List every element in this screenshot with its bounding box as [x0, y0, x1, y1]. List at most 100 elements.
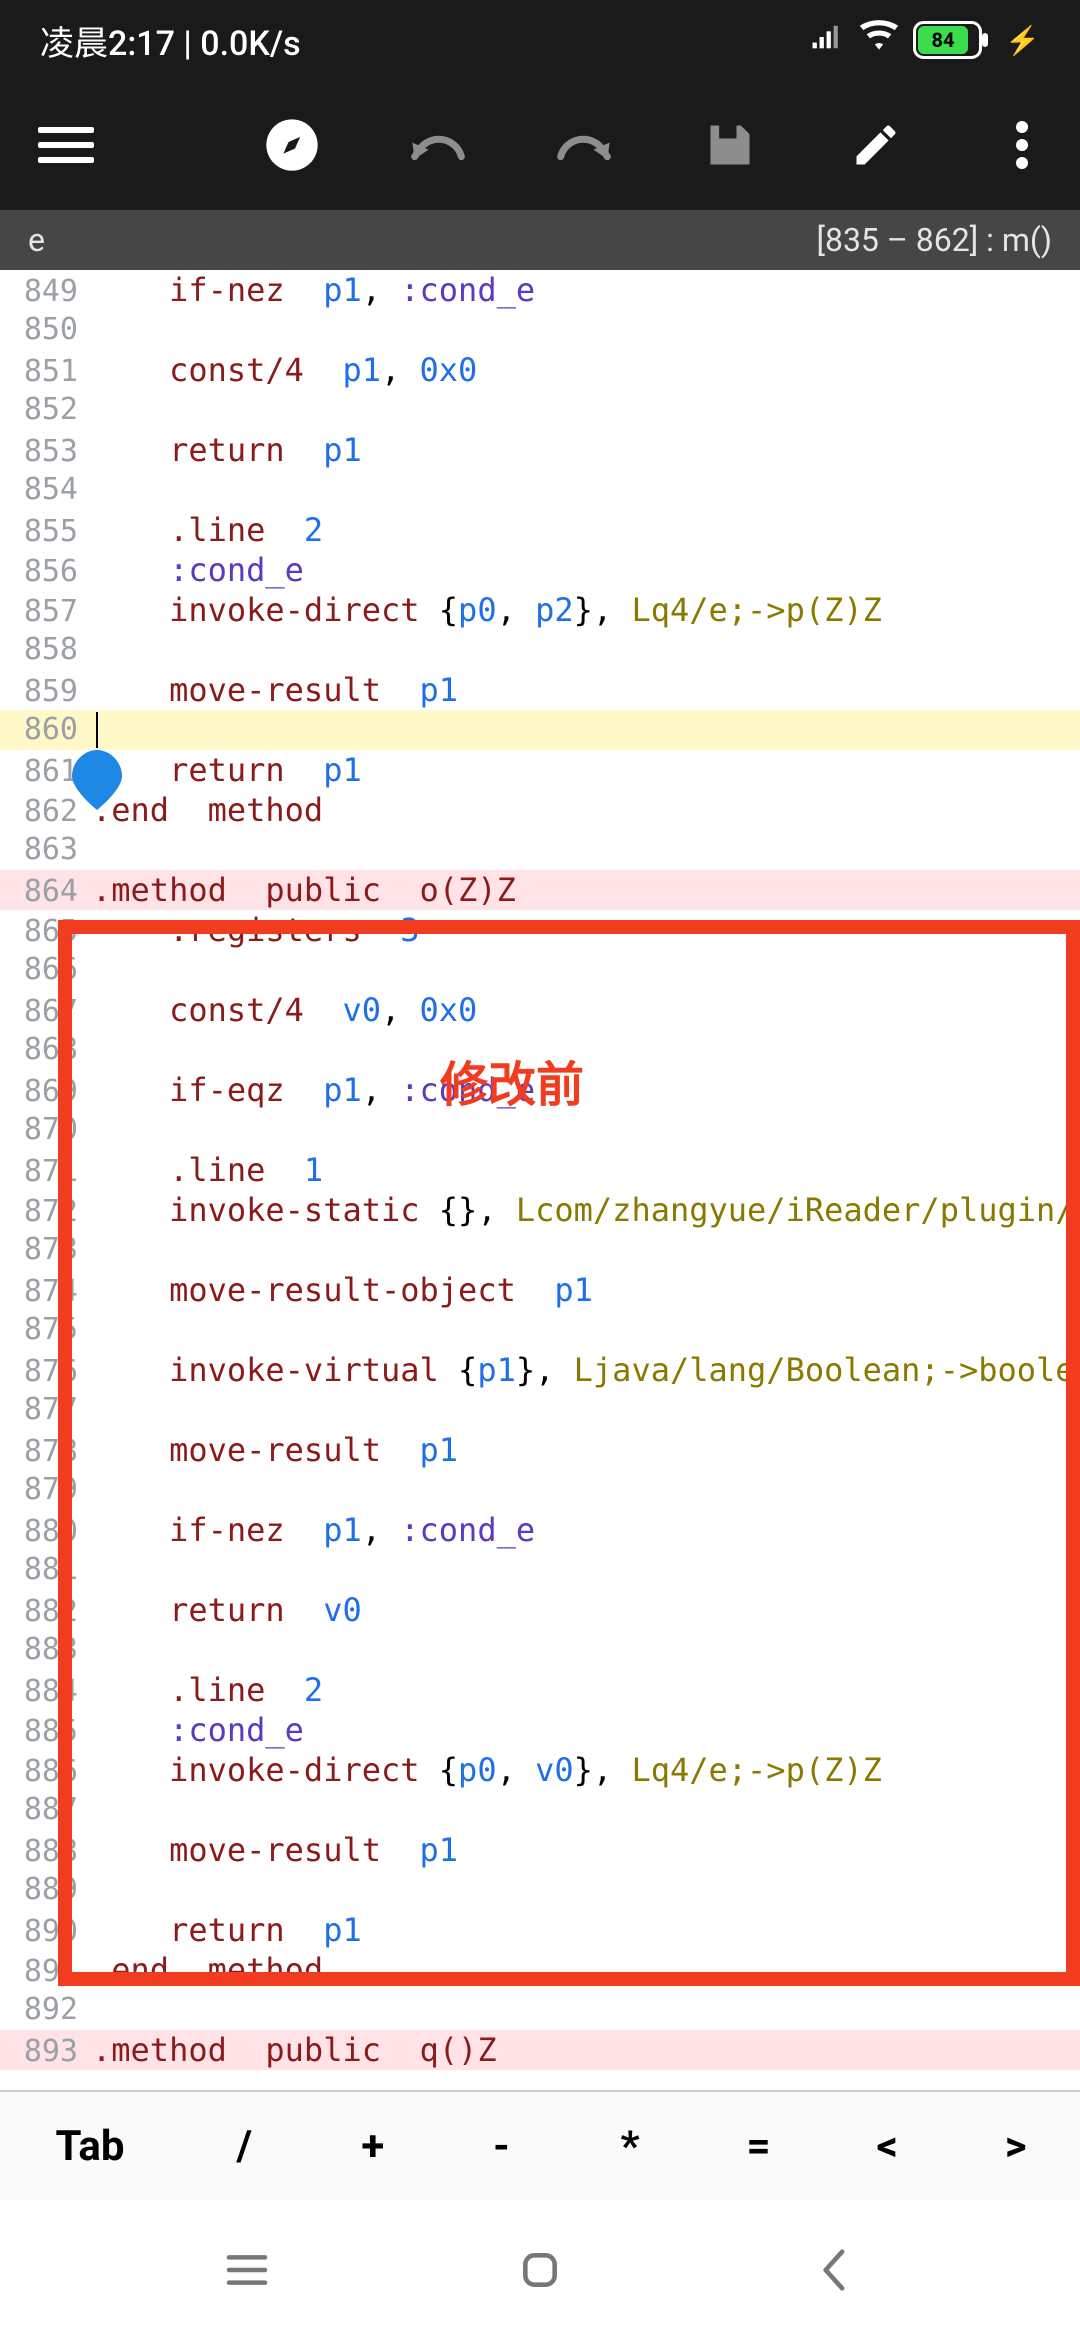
- save-button[interactable]: [702, 117, 758, 173]
- code-line[interactable]: 866: [0, 950, 1080, 990]
- nav-recent-button[interactable]: [217, 2240, 277, 2300]
- code-line[interactable]: 865 .registers 3: [0, 910, 1080, 950]
- nav-back-button[interactable]: [803, 2240, 863, 2300]
- code-line[interactable]: 873: [0, 1230, 1080, 1270]
- code-line[interactable]: 883: [0, 1630, 1080, 1670]
- code-text[interactable]: move-result p1: [88, 1430, 1080, 1470]
- overflow-button[interactable]: [994, 117, 1050, 173]
- code-line[interactable]: 878 move-result p1: [0, 1430, 1080, 1470]
- code-text[interactable]: return p1: [88, 750, 1080, 790]
- code-line[interactable]: 875: [0, 1310, 1080, 1350]
- line-number: 873: [0, 1230, 88, 1270]
- key-lt[interactable]: <: [823, 2092, 952, 2200]
- key-gt[interactable]: >: [951, 2092, 1080, 2200]
- line-number: 890: [0, 1912, 88, 1952]
- code-text[interactable]: invoke-virtual {p1}, Ljava/lang/Boolean;…: [88, 1350, 1080, 1390]
- code-line[interactable]: 876 invoke-virtual {p1}, Ljava/lang/Bool…: [0, 1350, 1080, 1390]
- line-number: 882: [0, 1592, 88, 1632]
- code-line[interactable]: 886 invoke-direct {p0, v0}, Lq4/e;->p(Z)…: [0, 1750, 1080, 1790]
- code-text[interactable]: .line 1: [88, 1150, 1080, 1190]
- code-line[interactable]: 874 move-result-object p1: [0, 1270, 1080, 1310]
- code-line[interactable]: 890 return p1: [0, 1910, 1080, 1950]
- code-text[interactable]: .registers 3: [88, 910, 1080, 950]
- key-plus[interactable]: +: [309, 2092, 438, 2200]
- status-right: 84 ⚡: [811, 20, 1040, 61]
- svg-text:84: 84: [932, 28, 955, 52]
- code-line[interactable]: 884 .line 2: [0, 1670, 1080, 1710]
- code-line[interactable]: 860: [0, 710, 1080, 750]
- code-editor[interactable]: 849 if-nez p1, :cond_e850851 const/4 p1,…: [0, 270, 1080, 2090]
- code-line[interactable]: 850: [0, 310, 1080, 350]
- code-line[interactable]: 851 const/4 p1, 0x0: [0, 350, 1080, 390]
- code-text[interactable]: :cond_e: [88, 550, 1080, 590]
- menu-button[interactable]: [38, 125, 94, 165]
- code-line[interactable]: 856 :cond_e: [0, 550, 1080, 590]
- code-line[interactable]: 858: [0, 630, 1080, 670]
- file-indicator: e: [28, 221, 45, 259]
- code-text[interactable]: move-result p1: [88, 670, 1080, 710]
- code-line[interactable]: 867 const/4 v0, 0x0: [0, 990, 1080, 1030]
- code-line[interactable]: 892: [0, 1990, 1080, 2030]
- key-equals[interactable]: =: [694, 2092, 823, 2200]
- code-line[interactable]: 880 if-nez p1, :cond_e: [0, 1510, 1080, 1550]
- code-line[interactable]: 891.end method: [0, 1950, 1080, 1990]
- code-line[interactable]: 872 invoke-static {}, Lcom/zhangyue/iRea…: [0, 1190, 1080, 1230]
- code-text[interactable]: .line 2: [88, 510, 1080, 550]
- code-line[interactable]: 855 .line 2: [0, 510, 1080, 550]
- cursor-handle[interactable]: [72, 750, 122, 810]
- line-number: 880: [0, 1512, 88, 1552]
- code-line[interactable]: 857 invoke-direct {p0, p2}, Lq4/e;->p(Z)…: [0, 590, 1080, 630]
- code-line[interactable]: 881: [0, 1550, 1080, 1590]
- code-line[interactable]: 849 if-nez p1, :cond_e: [0, 270, 1080, 310]
- code-text[interactable]: move-result-object p1: [88, 1270, 1080, 1310]
- code-text[interactable]: :cond_e: [88, 1710, 1080, 1750]
- line-number: 877: [0, 1390, 88, 1430]
- code-text[interactable]: .end method: [88, 1950, 1080, 1990]
- code-line[interactable]: 862.end method: [0, 790, 1080, 830]
- code-text[interactable]: .method public q()Z: [88, 2030, 1080, 2070]
- code-line[interactable]: 893.method public q()Z: [0, 2030, 1080, 2070]
- code-text[interactable]: invoke-direct {p0, v0}, Lq4/e;->p(Z)Z: [88, 1750, 1080, 1790]
- code-text[interactable]: invoke-direct {p0, p2}, Lq4/e;->p(Z)Z: [88, 590, 1080, 630]
- code-text[interactable]: const/4 p1, 0x0: [88, 350, 1080, 390]
- code-text[interactable]: const/4 v0, 0x0: [88, 990, 1080, 1030]
- code-line[interactable]: 877: [0, 1390, 1080, 1430]
- code-text[interactable]: move-result p1: [88, 1830, 1080, 1870]
- code-line[interactable]: 863: [0, 830, 1080, 870]
- code-line[interactable]: 864.method public o(Z)Z: [0, 870, 1080, 910]
- line-number: 874: [0, 1272, 88, 1312]
- code-line[interactable]: 861 return p1: [0, 750, 1080, 790]
- code-text[interactable]: return p1: [88, 430, 1080, 470]
- edit-button[interactable]: [848, 117, 904, 173]
- code-line[interactable]: 870: [0, 1110, 1080, 1150]
- code-text[interactable]: if-nez p1, :cond_e: [88, 270, 1080, 310]
- code-text[interactable]: invoke-static {}, Lcom/zhangyue/iReader/…: [88, 1190, 1080, 1230]
- line-number: 866: [0, 950, 88, 990]
- code-line[interactable]: 871 .line 1: [0, 1150, 1080, 1190]
- code-text[interactable]: .end method: [88, 790, 1080, 830]
- code-line[interactable]: 854: [0, 470, 1080, 510]
- code-line[interactable]: 885 :cond_e: [0, 1710, 1080, 1750]
- key-minus[interactable]: -: [437, 2092, 566, 2200]
- code-text[interactable]: return p1: [88, 1910, 1080, 1950]
- code-line[interactable]: 879: [0, 1470, 1080, 1510]
- code-line[interactable]: 887: [0, 1790, 1080, 1830]
- key-slash[interactable]: /: [180, 2092, 309, 2200]
- key-asterisk[interactable]: *: [566, 2092, 695, 2200]
- code-line[interactable]: 852: [0, 390, 1080, 430]
- redo-button[interactable]: [556, 117, 612, 173]
- code-line[interactable]: 888 move-result p1: [0, 1830, 1080, 1870]
- code-line[interactable]: 859 move-result p1: [0, 670, 1080, 710]
- nav-home-button[interactable]: [510, 2240, 570, 2300]
- code-text[interactable]: if-nez p1, :cond_e: [88, 1510, 1080, 1550]
- compass-icon[interactable]: [264, 117, 320, 173]
- code-line[interactable]: 889: [0, 1870, 1080, 1910]
- code-text[interactable]: .line 2: [88, 1670, 1080, 1710]
- key-tab[interactable]: Tab: [0, 2092, 180, 2200]
- code-text[interactable]: return v0: [88, 1590, 1080, 1630]
- undo-button[interactable]: [410, 117, 466, 173]
- code-text[interactable]: .method public o(Z)Z: [88, 870, 1080, 910]
- code-line[interactable]: 853 return p1: [0, 430, 1080, 470]
- line-number: 891: [0, 1952, 88, 1992]
- code-line[interactable]: 882 return v0: [0, 1590, 1080, 1630]
